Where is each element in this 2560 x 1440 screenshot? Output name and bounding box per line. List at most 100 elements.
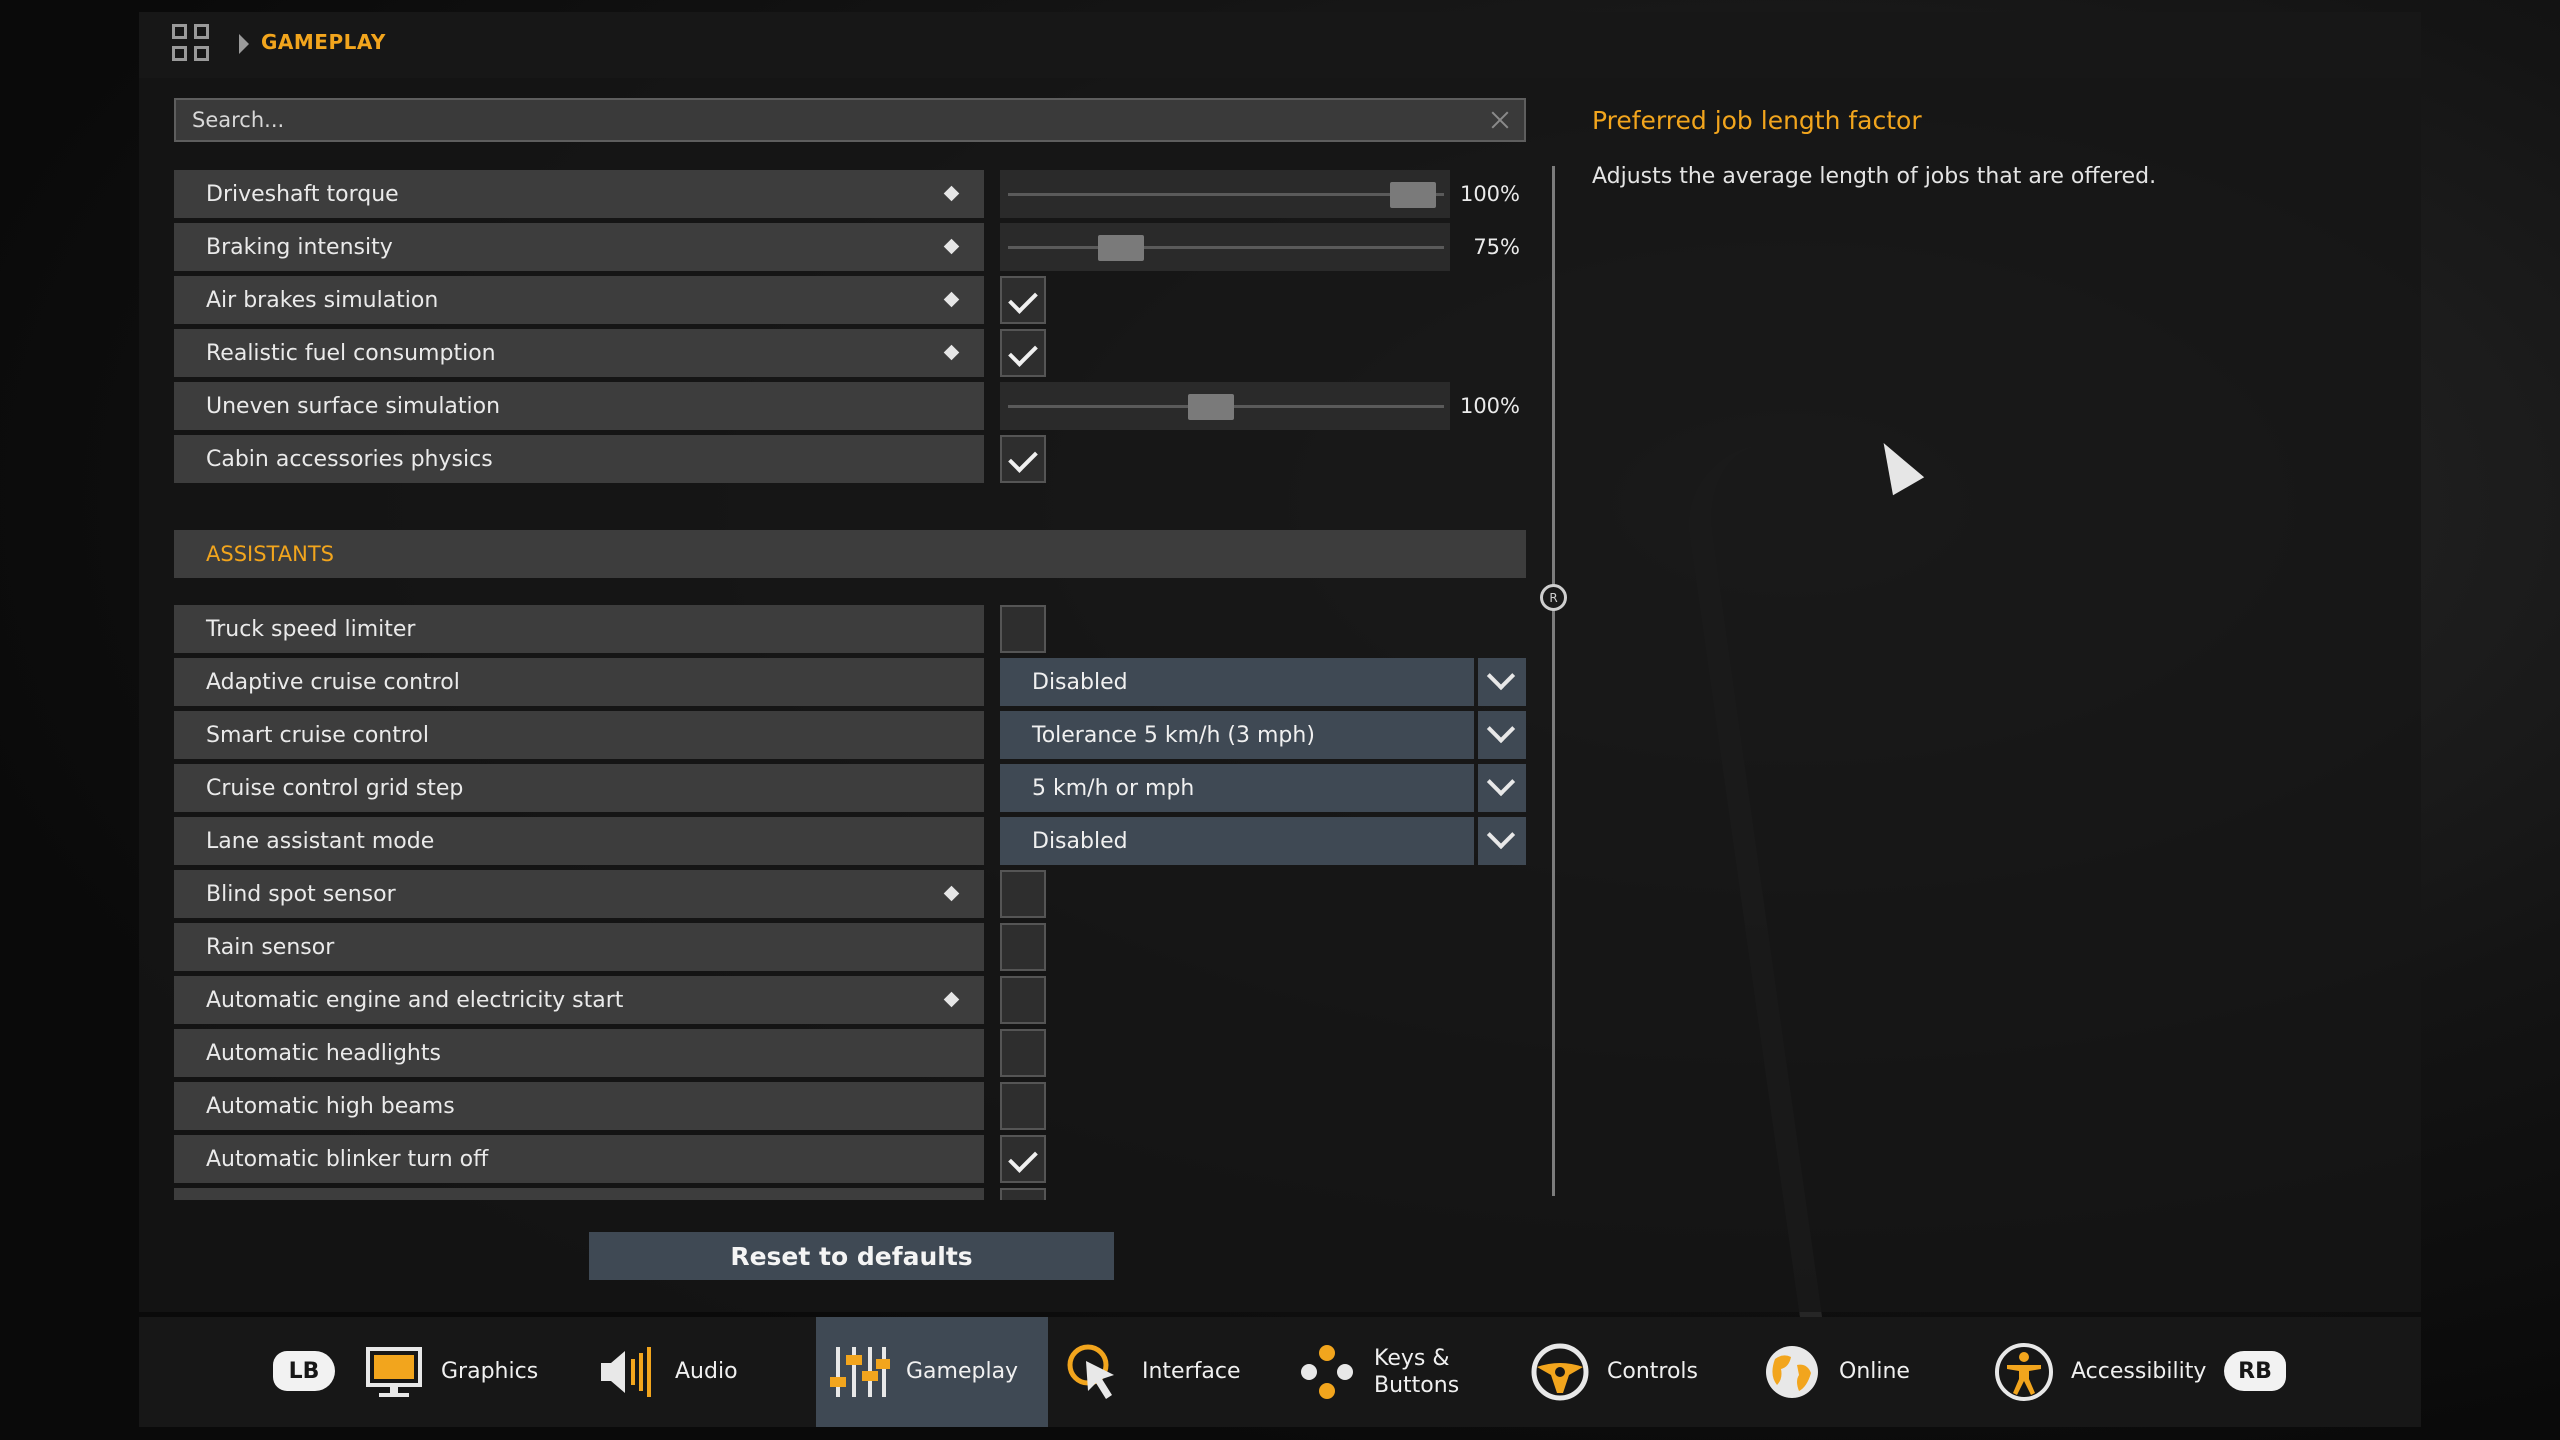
auto-blinker-checkbox[interactable] bbox=[1000, 1135, 1046, 1183]
driveshaft-torque-slider[interactable]: 100% bbox=[1000, 170, 1526, 218]
setting-row-braking-intensity: Braking intensity 75% bbox=[174, 223, 1526, 271]
setting-row-lane-assistant: Lane assistant mode Disabled bbox=[174, 817, 1526, 865]
divider-handle-icon[interactable]: R bbox=[1540, 584, 1567, 611]
gamepad-buttons-icon bbox=[1296, 1341, 1358, 1403]
setting-row-partial bbox=[174, 1188, 1526, 1200]
breadcrumb[interactable]: GAMEPLAY bbox=[261, 30, 386, 54]
dropdown-value[interactable]: Tolerance 5 km/h (3 mph) bbox=[1000, 711, 1474, 759]
partial-checkbox[interactable] bbox=[1000, 1188, 1046, 1200]
reset-to-defaults-button[interactable]: Reset to defaults bbox=[589, 1232, 1114, 1280]
setting-row-speed-limiter: Truck speed limiter bbox=[174, 605, 1526, 653]
settings-list[interactable]: Driveshaft torque 100% Braking intensity… bbox=[174, 170, 1526, 1200]
grid-menu-icon[interactable] bbox=[172, 24, 212, 64]
setting-label: Rain sensor bbox=[174, 923, 984, 971]
tab-interface[interactable]: Interface bbox=[1064, 1317, 1241, 1427]
uneven-surface-slider[interactable]: 100% bbox=[1000, 382, 1526, 430]
lane-assistant-dropdown[interactable]: Disabled bbox=[1000, 817, 1526, 865]
dropdown-value[interactable]: Disabled bbox=[1000, 658, 1474, 706]
smart-cruise-dropdown[interactable]: Tolerance 5 km/h (3 mph) bbox=[1000, 711, 1526, 759]
auto-high-beams-checkbox[interactable] bbox=[1000, 1082, 1046, 1130]
setting-label: Adaptive cruise control bbox=[174, 658, 984, 706]
auto-engine-checkbox[interactable] bbox=[1000, 976, 1046, 1024]
rb-bumper-icon[interactable]: RB bbox=[2224, 1351, 2286, 1391]
setting-label: Cabin accessories physics bbox=[174, 435, 984, 483]
auto-headlights-checkbox[interactable] bbox=[1000, 1029, 1046, 1077]
dropdown-value[interactable]: Disabled bbox=[1000, 817, 1474, 865]
slider-thumb[interactable] bbox=[1390, 182, 1436, 208]
setting-label: Smart cruise control bbox=[174, 711, 984, 759]
braking-intensity-slider[interactable]: 75% bbox=[1000, 223, 1526, 271]
slider-thumb[interactable] bbox=[1187, 394, 1234, 420]
cruise-grid-step-dropdown[interactable]: 5 km/h or mph bbox=[1000, 764, 1526, 812]
monitor-icon bbox=[363, 1341, 425, 1403]
chevron-down-icon[interactable] bbox=[1478, 711, 1526, 759]
tab-online[interactable]: Online bbox=[1761, 1317, 1910, 1427]
slider-value: 100% bbox=[1459, 394, 1520, 418]
slider-track bbox=[1008, 246, 1444, 249]
clear-search-icon[interactable] bbox=[1480, 100, 1520, 140]
speed-limiter-checkbox[interactable] bbox=[1000, 605, 1046, 653]
tab-label-line2: Buttons bbox=[1374, 1373, 1460, 1398]
air-brakes-checkbox[interactable] bbox=[1000, 276, 1046, 324]
search-input[interactable] bbox=[176, 100, 1480, 140]
setting-row-uneven-surface: Uneven surface simulation 100% bbox=[174, 382, 1526, 430]
section-header-assistants: ASSISTANTS bbox=[174, 530, 1526, 578]
accessibility-icon bbox=[1993, 1341, 2055, 1403]
tab-label: Controls bbox=[1607, 1359, 1698, 1385]
lb-bumper-icon[interactable]: LB bbox=[273, 1351, 335, 1391]
tab-controls[interactable]: Controls bbox=[1529, 1317, 1698, 1427]
setting-row-auto-blinker: Automatic blinker turn off bbox=[174, 1135, 1526, 1183]
setting-label: Braking intensity bbox=[174, 223, 984, 271]
setting-row-smart-cruise: Smart cruise control Tolerance 5 km/h (3… bbox=[174, 711, 1526, 759]
tab-audio[interactable]: Audio bbox=[597, 1317, 738, 1427]
setting-row-cruise-grid-step: Cruise control grid step 5 km/h or mph bbox=[174, 764, 1526, 812]
blind-spot-checkbox[interactable] bbox=[1000, 870, 1046, 918]
setting-label: Automatic headlights bbox=[174, 1029, 984, 1077]
sliders-icon bbox=[828, 1341, 890, 1403]
setting-label: Automatic high beams bbox=[174, 1082, 984, 1130]
setting-row-auto-headlights: Automatic headlights bbox=[174, 1029, 1526, 1077]
setting-label: Cruise control grid step bbox=[174, 764, 984, 812]
tab-label: Interface bbox=[1142, 1359, 1241, 1385]
setting-label: Automatic blinker turn off bbox=[174, 1135, 984, 1183]
fuel-consumption-checkbox[interactable] bbox=[1000, 329, 1046, 377]
setting-label: Blind spot sensor bbox=[174, 870, 984, 918]
chevron-down-icon[interactable] bbox=[1478, 764, 1526, 812]
slider-value: 75% bbox=[1473, 235, 1520, 259]
tab-label-line1: Keys & bbox=[1374, 1345, 1450, 1371]
globe-icon bbox=[1761, 1341, 1823, 1403]
tab-keys-buttons[interactable]: Keys & Buttons bbox=[1296, 1317, 1459, 1427]
panel-divider[interactable] bbox=[1552, 166, 1555, 1196]
tab-graphics[interactable]: Graphics bbox=[363, 1317, 538, 1427]
description-text: Adjusts the average length of jobs that … bbox=[1592, 164, 2157, 189]
setting-row-fuel-consumption: Realistic fuel consumption bbox=[174, 329, 1526, 377]
rain-sensor-checkbox[interactable] bbox=[1000, 923, 1046, 971]
slider-value: 100% bbox=[1459, 182, 1520, 206]
tab-label: Audio bbox=[675, 1359, 738, 1385]
setting-row-blind-spot: Blind spot sensor bbox=[174, 870, 1526, 918]
setting-row-adaptive-cruise: Adaptive cruise control Disabled bbox=[174, 658, 1526, 706]
setting-row-air-brakes: Air brakes simulation bbox=[174, 276, 1526, 324]
cabin-physics-checkbox[interactable] bbox=[1000, 435, 1046, 483]
setting-label: Uneven surface simulation bbox=[174, 382, 984, 430]
tab-label: Graphics bbox=[441, 1359, 539, 1385]
tab-label: Keys & Buttons bbox=[1374, 1345, 1459, 1400]
breadcrumb-arrow-icon bbox=[239, 34, 249, 54]
tab-accessibility[interactable]: Accessibility bbox=[1993, 1317, 2206, 1427]
chevron-down-icon[interactable] bbox=[1478, 658, 1526, 706]
setting-label: Lane assistant mode bbox=[174, 817, 984, 865]
speaker-icon bbox=[597, 1341, 659, 1403]
dropdown-value[interactable]: 5 km/h or mph bbox=[1000, 764, 1474, 812]
tab-label: Online bbox=[1839, 1359, 1910, 1385]
adaptive-cruise-dropdown[interactable]: Disabled bbox=[1000, 658, 1526, 706]
slider-thumb[interactable] bbox=[1098, 235, 1145, 261]
setting-label: Air brakes simulation bbox=[174, 276, 984, 324]
setting-row-auto-high-beams: Automatic high beams bbox=[174, 1082, 1526, 1130]
chevron-down-icon[interactable] bbox=[1478, 817, 1526, 865]
tab-label: Gameplay bbox=[906, 1359, 1019, 1385]
top-bar: GAMEPLAY bbox=[139, 12, 2421, 78]
setting-label: Automatic engine and electricity start bbox=[174, 976, 984, 1024]
tab-gameplay[interactable]: Gameplay bbox=[816, 1317, 1048, 1427]
search-box bbox=[174, 98, 1526, 142]
steering-wheel-icon bbox=[1529, 1341, 1591, 1403]
